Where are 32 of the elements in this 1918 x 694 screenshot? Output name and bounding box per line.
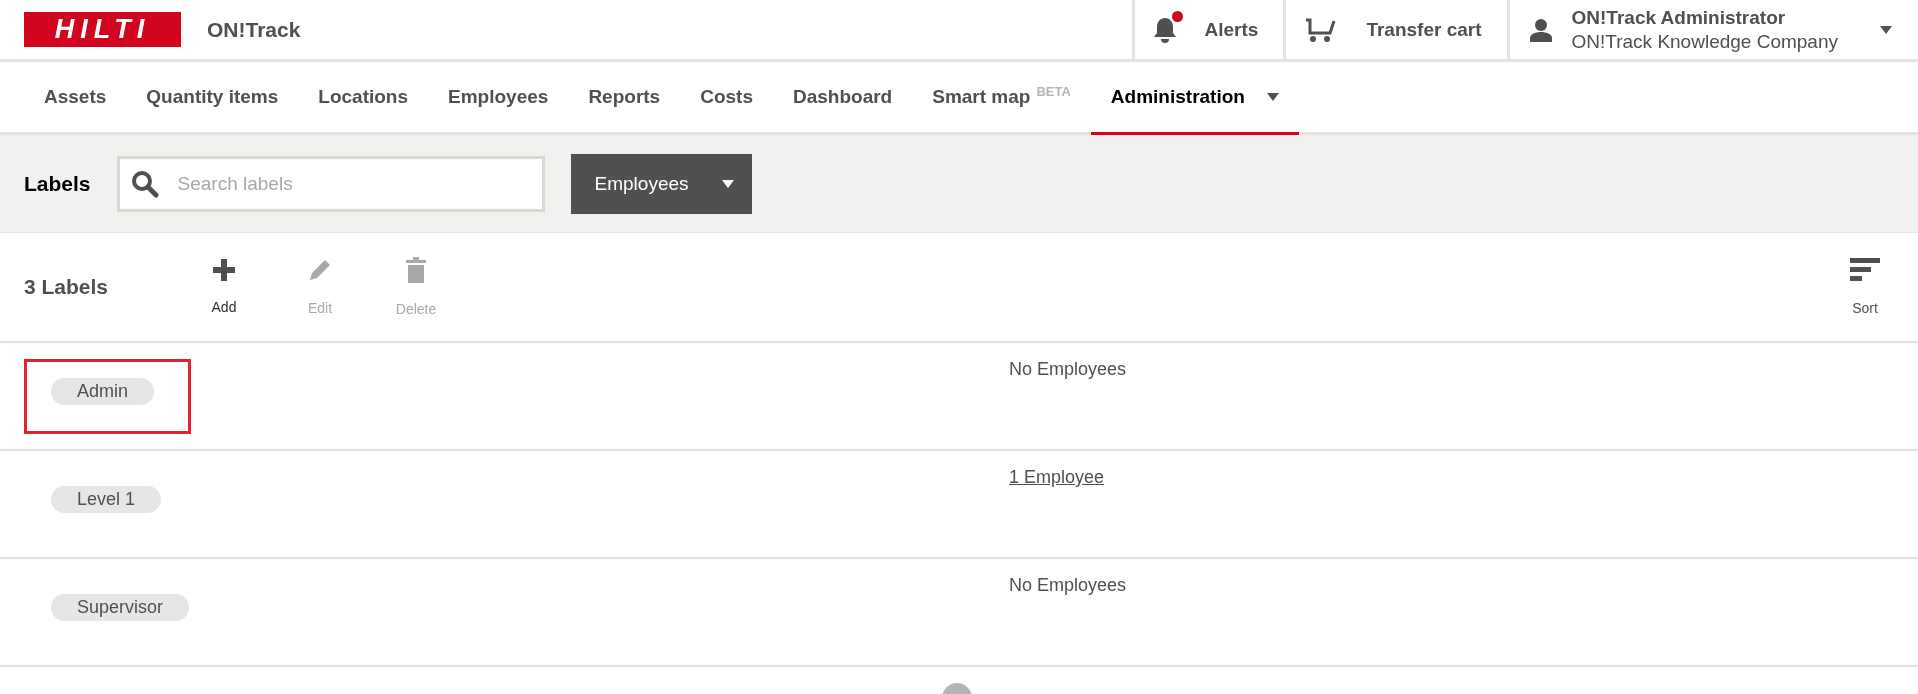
pencil-icon bbox=[308, 258, 332, 282]
user-name: ON!Track Administrator bbox=[1571, 6, 1787, 29]
nav-tab[interactable]: Locations bbox=[298, 62, 429, 135]
nav-tab[interactable]: Employees bbox=[428, 62, 569, 135]
label-tag[interactable]: Supervisor bbox=[51, 594, 190, 621]
add-button[interactable]: Add bbox=[176, 259, 272, 315]
caret-icon bbox=[1880, 25, 1892, 34]
nav-tab[interactable]: Smart map $^{BETA}$ bbox=[912, 62, 1091, 135]
sort-icon bbox=[1850, 258, 1880, 282]
nav-tab[interactable]: Assets bbox=[24, 62, 127, 135]
company-name: ON!Track Knowledge Company bbox=[1571, 30, 1838, 53]
app-name: ON!Track bbox=[207, 17, 301, 42]
type-dropdown[interactable]: Employees bbox=[570, 153, 752, 214]
nav-tab[interactable]: Dashboard bbox=[772, 62, 913, 135]
label-tag[interactable]: Admin bbox=[51, 378, 155, 405]
caret-icon bbox=[721, 179, 734, 188]
brand-logo: HILTI bbox=[24, 12, 181, 47]
employee-count: No Employees bbox=[1009, 359, 1127, 380]
employee-link[interactable]: 1 Employee bbox=[1009, 467, 1105, 488]
employee-count: No Employees bbox=[1009, 575, 1127, 596]
label-count: 3 Labels bbox=[24, 275, 110, 299]
search-field[interactable]: Search labels bbox=[116, 155, 545, 212]
plus-icon bbox=[213, 259, 235, 281]
person-icon bbox=[1529, 17, 1552, 42]
user-menu[interactable]: ON!Track Administrator ON!Track Knowledge Company bbox=[1506, 0, 1918, 59]
nav-tab[interactable]: Quantity items bbox=[126, 62, 299, 135]
trash-icon bbox=[406, 257, 426, 283]
nav-tab[interactable]: Reports bbox=[568, 62, 681, 135]
nav-tab[interactable]: Costs bbox=[680, 62, 773, 135]
page-title: Labels bbox=[24, 171, 91, 196]
sort-button[interactable]: Sort bbox=[1817, 258, 1913, 316]
label-tag[interactable]: Level 1 bbox=[51, 486, 162, 513]
